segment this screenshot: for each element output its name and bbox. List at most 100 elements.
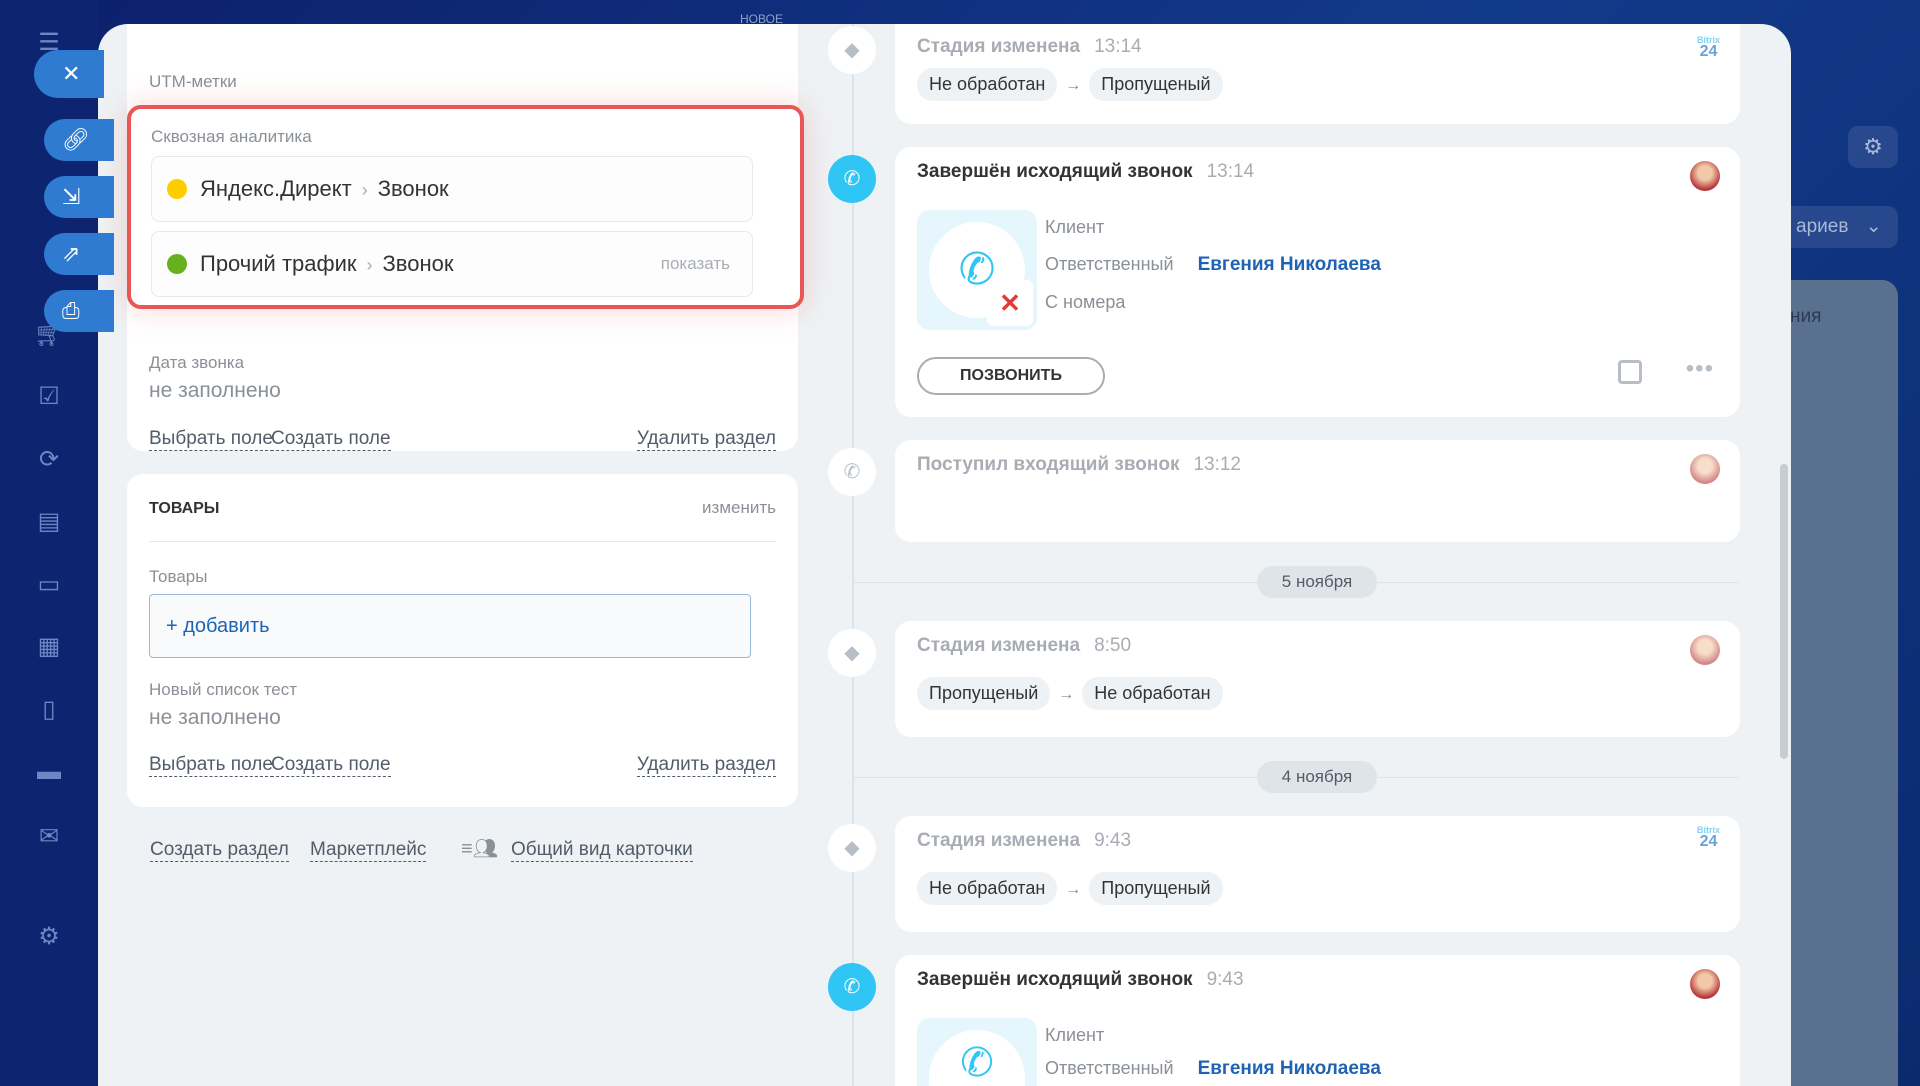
avatar[interactable]	[1690, 161, 1720, 191]
delete-section-link[interactable]: Удалить раздел	[636, 428, 776, 451]
bitrix24-logo: Bitrix 24	[1696, 825, 1720, 850]
item-title: Стадия изменена 13:14	[917, 36, 1142, 57]
stage-icon: ◆	[828, 824, 876, 872]
call-thumbnail: ✆	[917, 1018, 1037, 1086]
responsible-link[interactable]: Евгения Николаева	[1198, 1058, 1381, 1079]
card-icon[interactable]: ▬	[34, 757, 64, 787]
external-link-icon: ⇗	[62, 241, 81, 266]
incoming-call-icon: ✆	[828, 448, 876, 496]
chevron-right-icon: ›	[366, 255, 373, 275]
marketplace-link[interactable]: Маркетплейс	[310, 839, 427, 862]
copy-link-button[interactable]: 🔗︎	[44, 119, 114, 161]
automation-icon[interactable]: ⟳	[34, 445, 64, 475]
timeline-item: Стадия изменена 8:50 Пропущеный → Не обрабо…	[895, 621, 1740, 737]
list-label: Новый список тест	[149, 680, 298, 699]
add-product-button[interactable]: + добавить	[149, 594, 751, 658]
select-field-link[interactable]: Выбрать поле	[149, 428, 273, 451]
stage-icon: ◆	[828, 629, 876, 677]
file-icon[interactable]: ▯	[34, 695, 64, 725]
scrollbar[interactable]	[1780, 464, 1788, 759]
open-new-window-button[interactable]: ⇗	[44, 233, 114, 275]
edit-products-link[interactable]: изменить	[702, 498, 776, 518]
stage-change: Не обработан → Пропущеный	[917, 872, 1223, 905]
client-label: Клиент	[1045, 1025, 1105, 1045]
printer-icon: ⎙	[62, 298, 80, 323]
show-link[interactable]: показать	[661, 232, 730, 296]
date-badge: 4 ноября	[1257, 761, 1377, 793]
arrow-right-icon: →	[1065, 881, 1082, 898]
create-section-link[interactable]: Создать раздел	[150, 839, 289, 862]
avatar[interactable]	[1690, 454, 1720, 484]
stage-change: Не обработан → Пропущеный	[917, 68, 1223, 101]
bg-panel: ния	[1780, 280, 1898, 1086]
timeline-item-call: Завершён исходящий звонок 13:14 ✆ ✕ Клиен…	[895, 147, 1740, 417]
settings-icon[interactable]: ⚙	[34, 922, 64, 952]
close-icon: ✕	[62, 61, 81, 86]
date-badge: 5 ноября	[1257, 566, 1377, 598]
mail-icon[interactable]: ✉	[34, 822, 64, 852]
arrow-right-icon: →	[1065, 77, 1082, 94]
item-time: 13:14	[1206, 161, 1255, 182]
item-title: Стадия изменена 9:43	[917, 830, 1132, 851]
docs-icon[interactable]: ▤	[34, 507, 64, 537]
left-sidebar: ☰ 🛒︎ ☑ ⟳ ▤ ▭ ▦ ▯ ▬ ✉ ⚙	[0, 0, 98, 1086]
delete-section-link[interactable]: Удалить раздел	[636, 754, 776, 777]
chevron-right-icon: ›	[361, 180, 368, 200]
stage-to: Не обработан	[1082, 677, 1223, 710]
minimize-button[interactable]: ⇲	[44, 176, 114, 218]
source-type: Звонок	[377, 176, 449, 201]
analytics-field-highlight: Сквозная аналитика Яндекс.Директ › Звонок …	[127, 105, 804, 309]
call-thumbnail: ✆ ✕	[917, 210, 1037, 330]
products-section: ТОВАРЫ изменить Товары + добавить Новый …	[127, 474, 798, 807]
create-field-link[interactable]: Создать поле	[271, 428, 391, 451]
timeline-item: Стадия изменена 9:43 Bitrix 24 Не обработа…	[895, 816, 1740, 932]
stage-to: Пропущеный	[1089, 68, 1223, 101]
phone-icon: ✆	[929, 1030, 1025, 1086]
link-icon: 🔗︎	[62, 127, 90, 152]
analytics-source-yandex: Яндекс.Директ › Звонок	[151, 156, 753, 222]
create-field-link[interactable]: Создать поле	[271, 754, 391, 777]
call-button[interactable]: ПОЗВОНИТЬ	[917, 357, 1105, 395]
chat-icon[interactable]: ▭	[34, 570, 64, 600]
stage-from: Не обработан	[917, 872, 1058, 905]
tasks-icon[interactable]: ☑	[34, 382, 64, 412]
note-icon[interactable]	[1618, 360, 1642, 384]
outgoing-call-icon: ✆	[828, 155, 876, 203]
chevron-down-icon: ⌄	[1865, 216, 1882, 237]
item-title: Завершён исходящий звонок 9:43	[917, 969, 1244, 990]
responsible-link[interactable]: Евгения Николаева	[1198, 254, 1381, 275]
bg-dropdown-text: ариев	[1796, 216, 1849, 237]
yandex-direct-icon	[167, 179, 187, 199]
timeline-item-call: Завершён исходящий звонок 9:43 ✆ Клиент О…	[895, 955, 1740, 1086]
outgoing-call-icon: ✆	[828, 963, 876, 1011]
timeline-item: Поступил входящий звонок 13:12	[895, 440, 1740, 542]
divider	[149, 541, 776, 542]
call-date-value: не заполнено	[149, 379, 281, 402]
print-button[interactable]: ⎙	[44, 290, 114, 332]
avatar[interactable]	[1690, 969, 1720, 999]
item-time: 9:43	[1206, 969, 1244, 990]
item-title: Стадия изменена 8:50	[917, 635, 1132, 656]
bg-settings-button[interactable]: ⚙	[1848, 126, 1898, 168]
responsible-row: Ответственный Евгения Николаева	[1045, 1058, 1381, 1079]
select-field-link[interactable]: Выбрать поле	[149, 754, 273, 777]
bg-dropdown[interactable]: ариев ⌄	[1780, 206, 1898, 248]
call-date-label: Дата звонка	[149, 353, 245, 372]
avatar[interactable]	[1690, 635, 1720, 665]
analytics-label: Сквозная аналитика	[151, 127, 312, 146]
stage-to: Пропущеный	[1089, 872, 1223, 905]
stage-from: Пропущеный	[917, 677, 1051, 710]
list-value: не заполнено	[149, 706, 281, 729]
more-icon[interactable]: •••	[1686, 355, 1714, 383]
analytics-source-other: Прочий трафик › Звонок показать	[151, 231, 753, 297]
stage-from: Не обработан	[917, 68, 1058, 101]
close-button[interactable]: ✕	[34, 50, 104, 98]
item-time: 13:12	[1193, 454, 1241, 475]
common-view-link[interactable]: Общий вид карточки	[511, 839, 693, 862]
client-label: Клиент	[1045, 217, 1105, 237]
bitrix24-logo: Bitrix 24	[1696, 35, 1720, 60]
calendar-icon[interactable]: ▦	[34, 632, 64, 662]
timeline-item: Стадия изменена 13:14 Не обработан → Пропущ…	[895, 24, 1740, 124]
from-number-label: С номера	[1045, 292, 1126, 312]
deal-slider-panel: UTM-метки отсутствуют Дата звонка не зап…	[98, 24, 1791, 1086]
